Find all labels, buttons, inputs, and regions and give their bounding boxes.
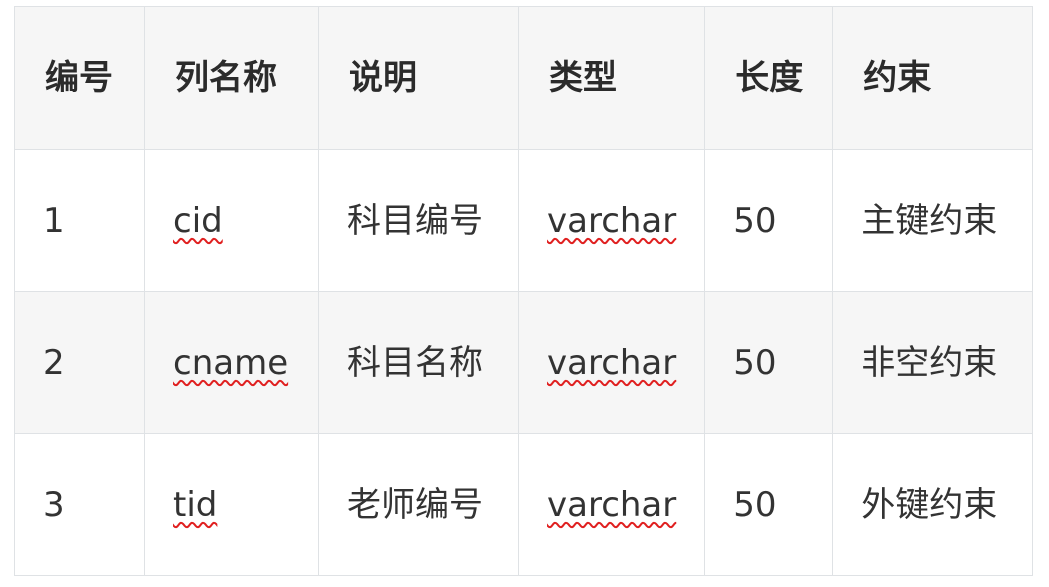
cell-column-name: tid	[144, 433, 319, 576]
type-text: varchar	[547, 342, 677, 383]
cell-constraint: 主键约束	[832, 149, 1034, 292]
table-header-row: 编号 列名称 说明 类型 长度 约束	[14, 6, 1034, 150]
table-row: 3 tid 老师编号 varchar 50 外键约束	[14, 433, 1034, 576]
header-description: 说明	[318, 6, 519, 150]
type-text: varchar	[547, 484, 677, 525]
cell-length: 50	[704, 291, 834, 434]
type-text: varchar	[547, 200, 677, 241]
cell-constraint: 非空约束	[832, 291, 1034, 434]
column-name-text: cid	[173, 200, 223, 241]
header-column-name: 列名称	[144, 6, 319, 150]
table-row: 1 cid 科目编号 varchar 50 主键约束	[14, 149, 1034, 292]
header-length: 长度	[704, 6, 834, 150]
cell-description: 科目编号	[318, 149, 519, 292]
column-definition-table: 编号 列名称 说明 类型 长度 约束 1 cid 科目编号 varchar 50…	[14, 6, 1034, 576]
header-type: 类型	[517, 6, 706, 150]
cell-description: 老师编号	[318, 433, 519, 576]
cell-length: 50	[704, 433, 834, 576]
cell-column-name: cname	[144, 291, 319, 434]
column-name-text: cname	[173, 342, 289, 383]
cell-type: varchar	[517, 291, 706, 434]
cell-column-name: cid	[144, 149, 319, 292]
cell-number: 1	[14, 149, 145, 292]
table-row: 2 cname 科目名称 varchar 50 非空约束	[14, 291, 1034, 434]
column-name-text: tid	[173, 484, 218, 525]
cell-length: 50	[704, 149, 834, 292]
table-container: 编号 列名称 说明 类型 长度 约束 1 cid 科目编号 varchar 50…	[14, 6, 1034, 576]
header-number: 编号	[14, 6, 145, 150]
header-constraint: 约束	[832, 6, 1034, 150]
cell-number: 3	[14, 433, 145, 576]
cell-type: varchar	[517, 149, 706, 292]
cell-type: varchar	[517, 433, 706, 576]
cell-description: 科目名称	[318, 291, 519, 434]
cell-number: 2	[14, 291, 145, 434]
cell-constraint: 外键约束	[832, 433, 1034, 576]
